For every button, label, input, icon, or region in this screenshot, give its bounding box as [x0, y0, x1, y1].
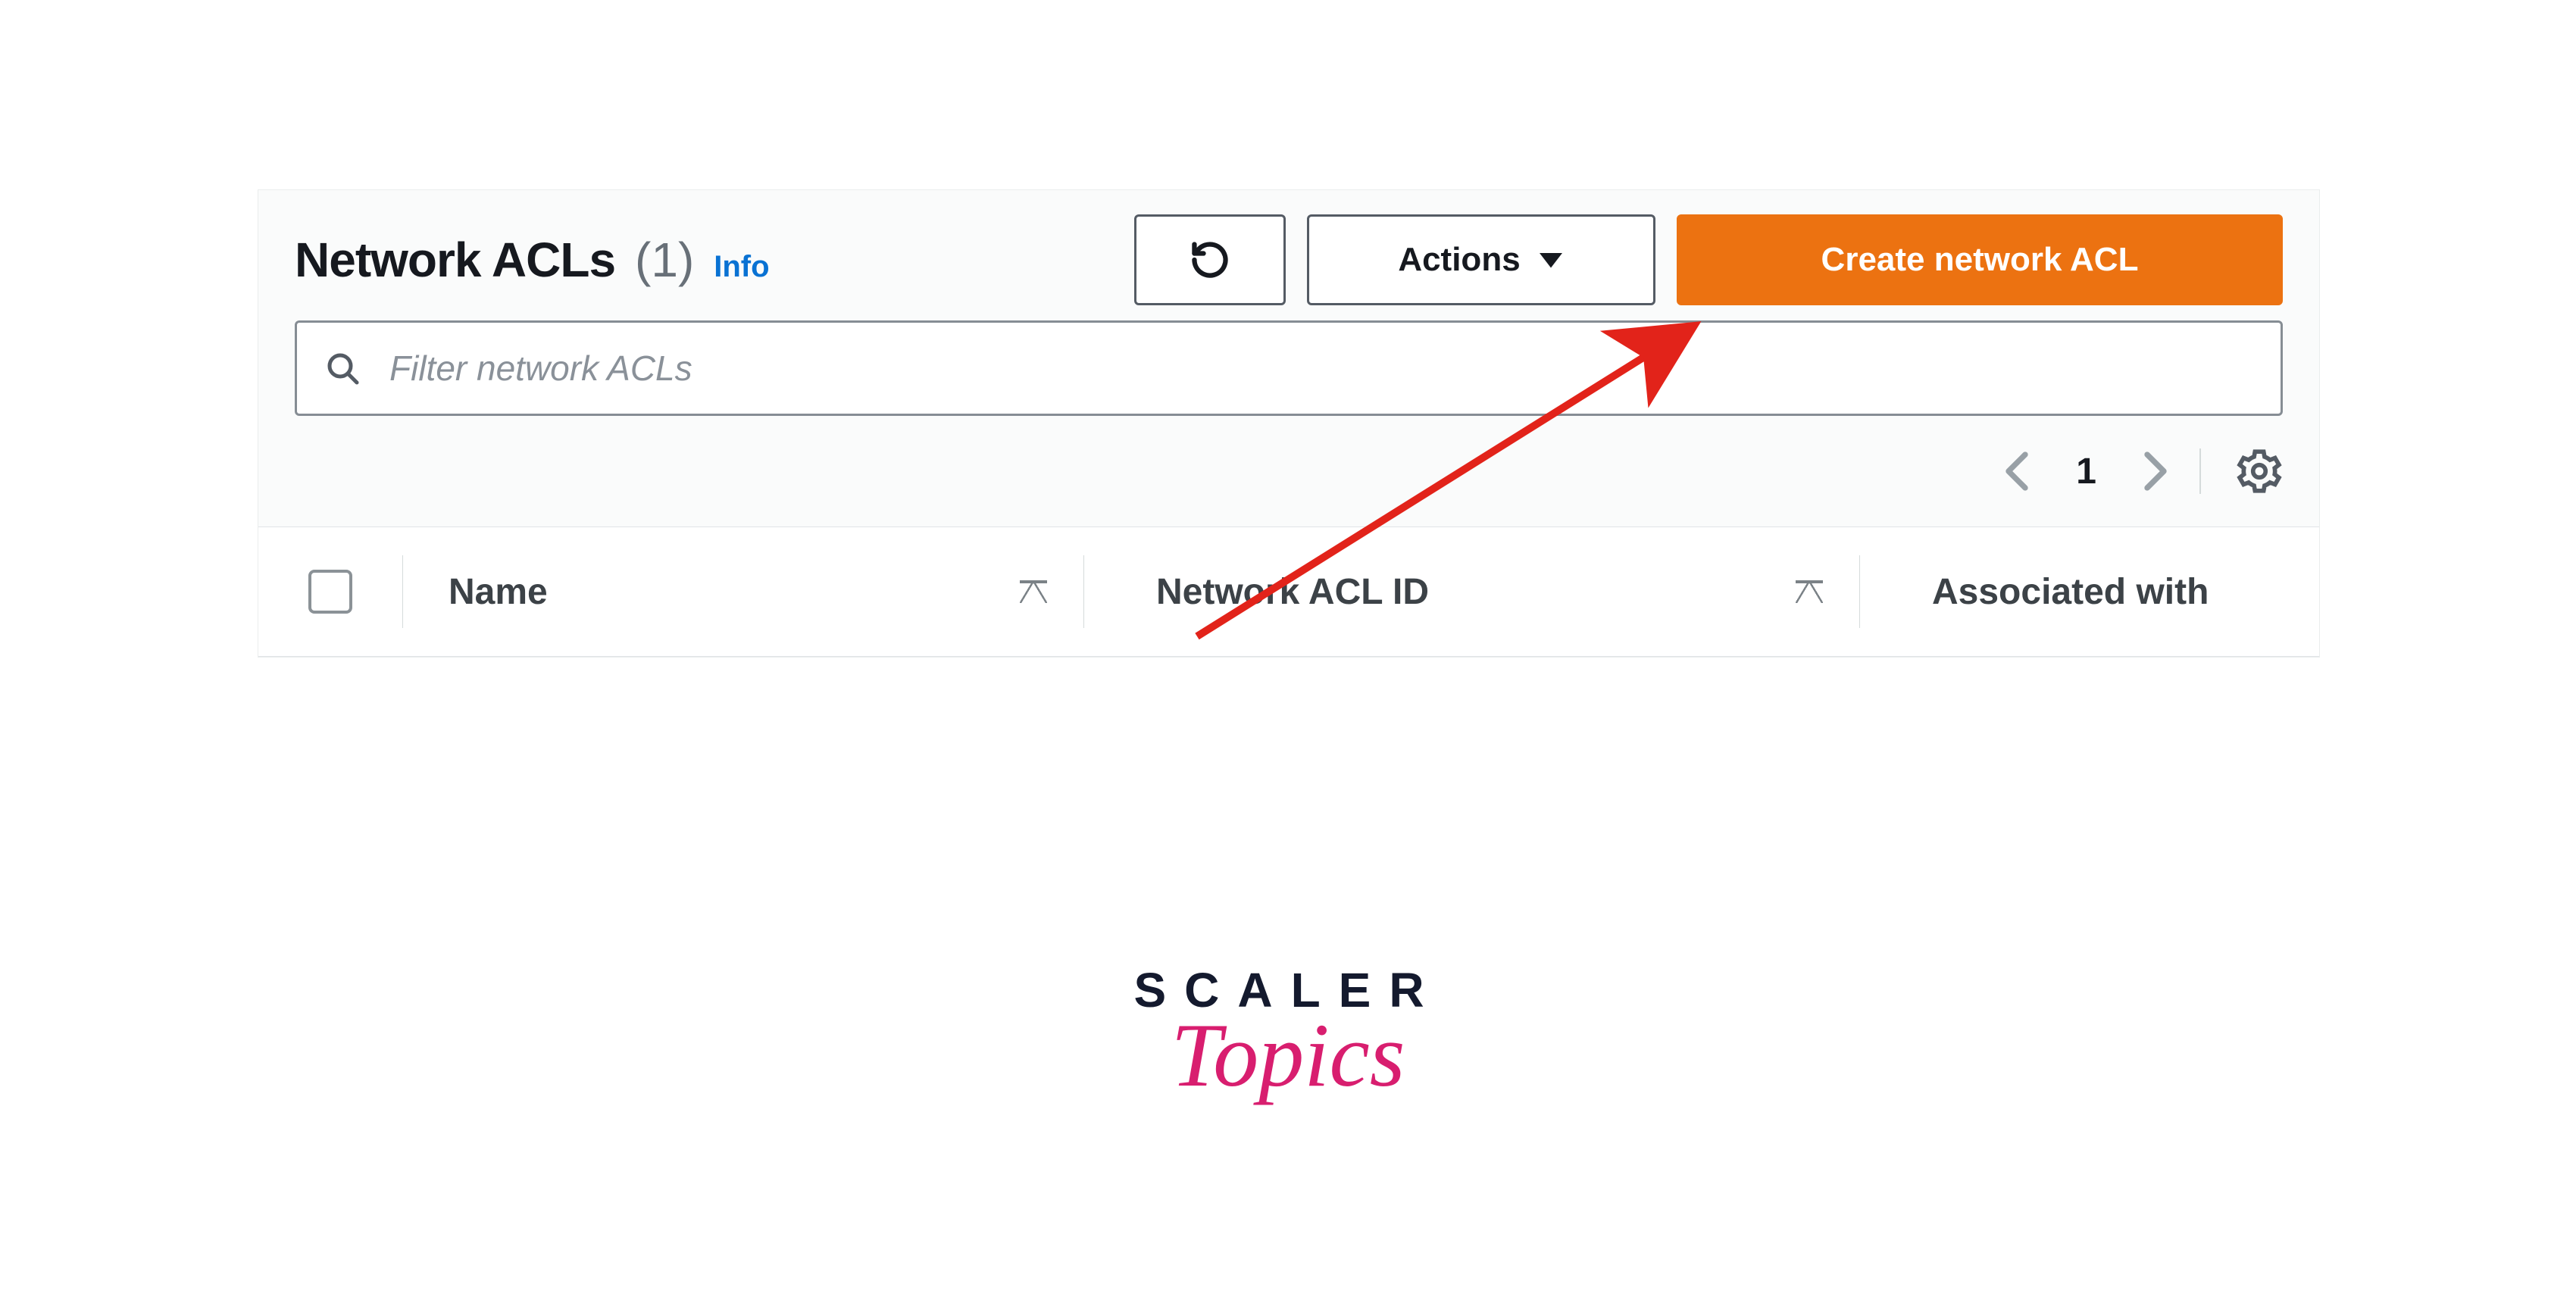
- column-associated-label: Associated with: [1932, 571, 2209, 613]
- prev-page-button[interactable]: [2000, 448, 2034, 494]
- actions-label: Actions: [1398, 241, 1520, 279]
- next-page-button[interactable]: [2139, 448, 2172, 494]
- select-all-cell: [258, 555, 403, 628]
- search-icon: [324, 350, 361, 386]
- actions-button[interactable]: Actions: [1307, 214, 1655, 305]
- chevron-right-icon: [2139, 448, 2172, 494]
- filter-input-container[interactable]: [295, 320, 2283, 416]
- refresh-button[interactable]: [1134, 214, 1286, 305]
- select-all-checkbox[interactable]: [308, 570, 352, 614]
- network-acls-panel: Network ACLs (1) Info Actions Create net…: [258, 189, 2320, 658]
- pagination: 1: [2000, 448, 2201, 494]
- column-acl-id-label: Network ACL ID: [1156, 571, 1429, 613]
- panel-header: Network ACLs (1) Info Actions Create net…: [258, 190, 2319, 320]
- resource-count: (1): [635, 232, 694, 288]
- settings-button[interactable]: [2236, 448, 2283, 495]
- pagination-row: 1: [258, 437, 2319, 527]
- create-network-acl-button[interactable]: Create network ACL: [1677, 214, 2283, 305]
- caret-down-icon: [1537, 249, 1565, 270]
- gear-icon: [2236, 448, 2283, 495]
- filter-input[interactable]: [388, 347, 2253, 389]
- page-title: Network ACLs: [295, 232, 615, 288]
- watermark-line-2: Topics: [1133, 1003, 1442, 1108]
- column-acl-id[interactable]: Network ACL ID: [1084, 555, 1860, 628]
- scaler-watermark: SCALER Topics: [1133, 962, 1442, 1108]
- filter-section: [258, 320, 2319, 437]
- chevron-left-icon: [2000, 448, 2034, 494]
- sort-icon: [1020, 580, 1047, 603]
- sort-icon: [1796, 580, 1823, 603]
- info-link[interactable]: Info: [714, 250, 769, 284]
- table-header: Name Network ACL ID Associated with: [258, 527, 2319, 657]
- create-label: Create network ACL: [1821, 241, 2139, 279]
- page-number: 1: [2076, 451, 2096, 492]
- refresh-icon: [1188, 238, 1232, 282]
- column-name[interactable]: Name: [403, 555, 1084, 628]
- column-name-label: Name: [449, 571, 548, 613]
- title-block: Network ACLs (1) Info: [295, 232, 770, 288]
- column-associated-with[interactable]: Associated with: [1860, 571, 2319, 613]
